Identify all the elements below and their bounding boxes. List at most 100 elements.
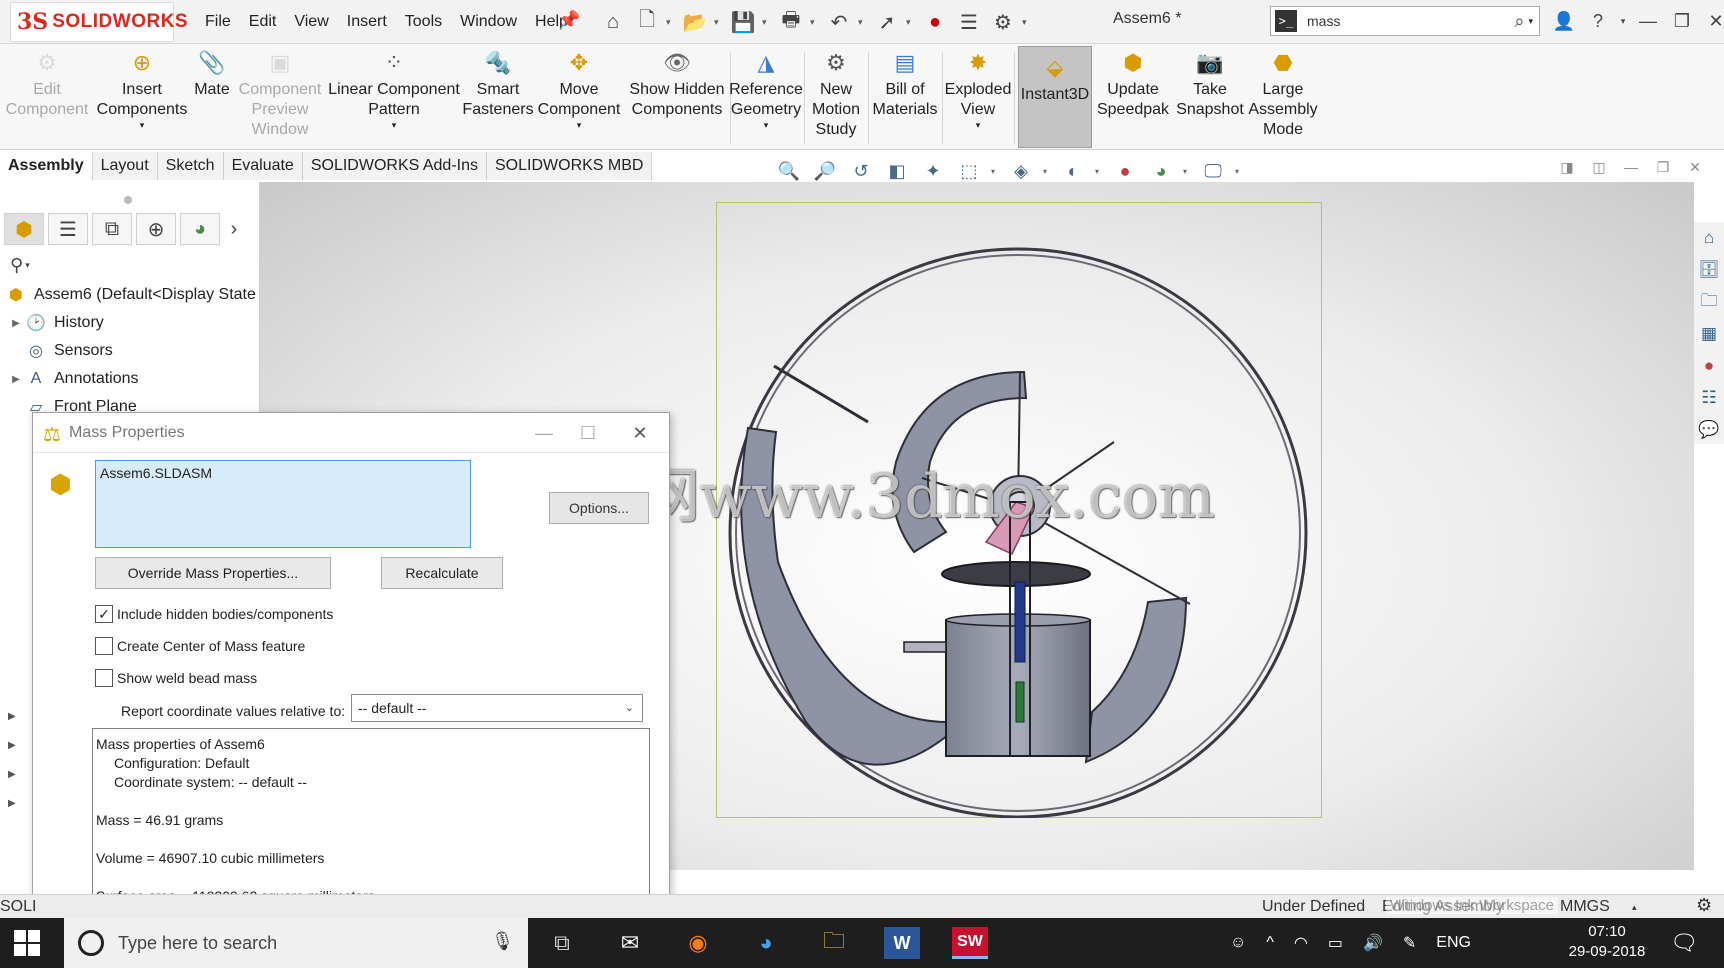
zoom-to-area-icon[interactable]: 🔎 bbox=[811, 158, 839, 184]
view-orientation-dropdown-icon[interactable]: ▾ bbox=[991, 167, 999, 176]
volume-icon[interactable]: 🔊 bbox=[1363, 933, 1383, 953]
large-assembly-mode-button[interactable]: ⬣ Large Assembly Mode bbox=[1248, 48, 1318, 148]
save-icon[interactable]: 💾 bbox=[728, 7, 758, 37]
taskbar-clock[interactable]: 07:10 29-09-2018 bbox=[1562, 922, 1652, 962]
more-tabs-chevron-icon[interactable]: › bbox=[224, 213, 244, 245]
center-of-mass-checkbox[interactable] bbox=[95, 637, 113, 655]
save-dropdown-icon[interactable]: ▾ bbox=[762, 17, 772, 28]
reference-geometry-dropdown-icon[interactable]: ▾ bbox=[764, 120, 769, 130]
microphone-icon[interactable]: 🎙 bbox=[491, 931, 514, 952]
override-mass-properties-button[interactable]: Override Mass Properties... bbox=[95, 557, 331, 589]
linear-pattern-button[interactable]: ⁘ Linear Component Pattern ▾ bbox=[328, 48, 460, 148]
bill-of-materials-button[interactable]: ▤ Bill of Materials bbox=[870, 48, 940, 148]
hide-show-items-icon[interactable]: ◐ bbox=[1059, 158, 1087, 184]
display-style-dropdown-icon[interactable]: ▾ bbox=[1043, 167, 1051, 176]
configuration-manager-tab-icon[interactable]: ⧉ bbox=[92, 213, 132, 245]
action-center-icon[interactable]: 🗨 bbox=[1670, 930, 1698, 956]
display-manager-tab-icon[interactable]: ◕ bbox=[180, 213, 220, 245]
tab-assembly[interactable]: Assembly bbox=[0, 152, 93, 180]
dynamic-annotation-icon[interactable]: ✦ bbox=[919, 158, 947, 184]
file-explorer-icon[interactable]: 🗀 bbox=[1696, 290, 1722, 314]
menu-tools[interactable]: Tools bbox=[396, 13, 451, 31]
units-dropdown-icon[interactable]: ▴ bbox=[1632, 902, 1637, 913]
search-input[interactable] bbox=[1297, 8, 1515, 34]
menu-edit[interactable]: Edit bbox=[240, 13, 286, 31]
expand-arrow-icon[interactable]: ▶ bbox=[8, 789, 16, 818]
view-palette-icon[interactable]: ▦ bbox=[1696, 322, 1722, 346]
file-explorer-taskbar-icon[interactable]: 🗀 bbox=[816, 927, 852, 959]
view-settings-icon[interactable]: 🖵 bbox=[1199, 158, 1227, 184]
menu-file[interactable]: File bbox=[196, 13, 240, 31]
move-component-button[interactable]: ✥ Move Component ▾ bbox=[536, 48, 622, 148]
tab-addins[interactable]: SOLIDWORKS Add-Ins bbox=[302, 152, 487, 180]
mail-icon[interactable]: ✉ bbox=[612, 927, 648, 959]
mate-button[interactable]: 📎 Mate bbox=[192, 48, 232, 148]
viewport-minimize-icon[interactable]: — bbox=[1622, 158, 1640, 176]
options-gear-icon[interactable]: ⚙ bbox=[988, 7, 1018, 37]
section-view-icon[interactable]: ◧ bbox=[883, 158, 911, 184]
new-motion-study-button[interactable]: ⚙ New Motion Study bbox=[808, 48, 864, 148]
minimize-icon[interactable]: — bbox=[1634, 7, 1662, 35]
dialog-maximize-icon[interactable]: ☐ bbox=[573, 419, 603, 447]
view-settings-dropdown-icon[interactable]: ▾ bbox=[1235, 167, 1243, 176]
new-dropdown-icon[interactable]: ▾ bbox=[666, 17, 676, 28]
new-document-icon[interactable]: 🗋 bbox=[632, 7, 662, 37]
undo-dropdown-icon[interactable]: ▾ bbox=[858, 17, 868, 28]
select-cursor-icon[interactable]: ➚ bbox=[872, 7, 902, 37]
hide-show-dropdown-icon[interactable]: ▾ bbox=[1095, 167, 1103, 176]
panel-grip[interactable] bbox=[124, 196, 132, 204]
reference-geometry-button[interactable]: ◮ Reference Geometry ▾ bbox=[729, 48, 803, 148]
linear-pattern-dropdown-icon[interactable]: ▾ bbox=[392, 120, 397, 130]
search-dropdown-icon[interactable]: ▾ bbox=[1528, 16, 1533, 27]
display-style-icon[interactable]: ◈ bbox=[1007, 158, 1035, 184]
dialog-close-icon[interactable]: ✕ bbox=[625, 419, 655, 447]
pen-workspace-icon[interactable]: ✎ bbox=[1403, 933, 1416, 953]
smart-fasteners-button[interactable]: 🔩 Smart Fasteners bbox=[462, 48, 534, 148]
insert-components-button[interactable]: ⊕ Insert Components ▾ bbox=[94, 48, 190, 148]
design-library-icon[interactable]: 🗄 bbox=[1696, 258, 1722, 282]
viewport-expand-icon[interactable]: ◨ bbox=[1558, 158, 1576, 176]
dialog-title-bar[interactable]: ⚖ Mass Properties — ☐ ✕ bbox=[33, 413, 669, 453]
zoom-to-fit-icon[interactable]: 🔍 bbox=[775, 158, 803, 184]
tab-evaluate[interactable]: Evaluate bbox=[223, 152, 303, 180]
expand-arrow-icon[interactable]: ▶ bbox=[8, 374, 24, 385]
tab-sketch[interactable]: Sketch bbox=[157, 152, 224, 180]
apply-scene-dropdown-icon[interactable]: ▾ bbox=[1183, 167, 1191, 176]
undo-icon[interactable]: ↶ bbox=[824, 7, 854, 37]
coordinate-system-select[interactable]: -- default -- ⌄ bbox=[351, 694, 643, 722]
dialog-minimize-icon[interactable]: — bbox=[529, 419, 559, 447]
user-icon[interactable]: 👤 bbox=[1550, 7, 1578, 35]
wifi-icon[interactable]: ◠ bbox=[1294, 933, 1308, 953]
view-orientation-icon[interactable]: ⬚ bbox=[955, 158, 983, 184]
weld-bead-checkbox-row[interactable]: Show weld bead mass bbox=[95, 667, 257, 689]
help-dropdown-icon[interactable]: ▾ bbox=[1618, 7, 1628, 35]
menu-window[interactable]: Window bbox=[451, 13, 526, 31]
exploded-view-dropdown-icon[interactable]: ▾ bbox=[976, 120, 981, 130]
instant3d-button[interactable]: ⬙ Instant3D bbox=[1018, 46, 1092, 148]
forum-icon[interactable]: 💬 bbox=[1696, 418, 1722, 442]
insert-components-dropdown-icon[interactable]: ▾ bbox=[140, 120, 145, 130]
viewport-close-icon[interactable]: ✕ bbox=[1686, 158, 1704, 176]
help-icon[interactable]: ? bbox=[1584, 7, 1612, 35]
tree-root[interactable]: ⬢ Assem6 (Default<Display State bbox=[4, 282, 256, 308]
task-view-icon[interactable]: ⧉ bbox=[544, 927, 580, 959]
property-manager-tab-icon[interactable]: ☰ bbox=[48, 213, 88, 245]
show-hidden-components-button[interactable]: 👁 Show Hidden Components bbox=[628, 48, 726, 148]
menu-insert[interactable]: Insert bbox=[338, 13, 396, 31]
previous-view-icon[interactable]: ↺ bbox=[847, 158, 875, 184]
center-of-mass-checkbox-row[interactable]: Create Center of Mass feature bbox=[95, 635, 305, 657]
browser-app-icon[interactable]: ◕ bbox=[748, 927, 784, 959]
solidworks-taskbar-icon[interactable]: SW bbox=[952, 927, 988, 959]
home-icon[interactable]: ⌂ bbox=[598, 7, 628, 37]
options-button[interactable]: Options... bbox=[549, 492, 649, 524]
apply-scene-icon[interactable]: ◕ bbox=[1147, 158, 1175, 184]
status-units[interactable]: MMGS bbox=[1560, 898, 1610, 916]
close-icon[interactable]: ✕ bbox=[1702, 7, 1724, 35]
edit-component-button[interactable]: ⚙ Edit Component bbox=[4, 48, 90, 148]
solidworks-logo[interactable]: 3S SOLIDWORKS bbox=[10, 2, 188, 42]
weld-bead-checkbox[interactable] bbox=[95, 669, 113, 687]
tree-item-annotations[interactable]: ▶ A Annotations bbox=[8, 366, 138, 392]
custom-properties-icon[interactable]: ☷ bbox=[1696, 386, 1722, 410]
print-icon[interactable]: 🖶 bbox=[776, 7, 806, 37]
file-properties-icon[interactable]: ☰ bbox=[954, 7, 984, 37]
